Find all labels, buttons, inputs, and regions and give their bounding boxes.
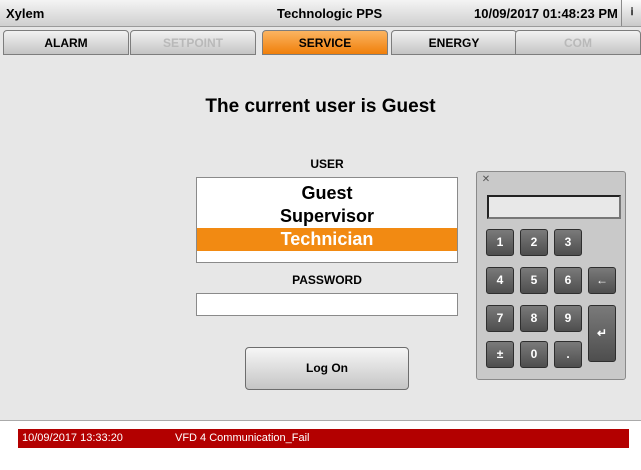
user-list[interactable]: Guest Supervisor Technician: [196, 177, 458, 263]
key-8[interactable]: 8: [520, 305, 548, 332]
keypad-display: [487, 195, 621, 219]
key-1[interactable]: 1: [486, 229, 514, 256]
alarm-banner: 10/09/2017 13:33:20 VFD 4 Communication_…: [0, 420, 641, 470]
key-3[interactable]: 3: [554, 229, 582, 256]
info-icon[interactable]: ⅰ: [621, 0, 641, 26]
key-4[interactable]: 4: [486, 267, 514, 294]
log-on-button[interactable]: Log On: [245, 347, 409, 390]
key-decimal[interactable]: .: [554, 341, 582, 368]
tab-service[interactable]: SERVICE: [262, 30, 388, 55]
tab-bar: ALARM SETPOINT SERVICE ENERGY COM: [0, 30, 641, 56]
brand-name: Xylem: [6, 6, 45, 21]
title-bar: Xylem Technologic PPS 10/09/2017 01:48:2…: [0, 0, 641, 27]
tab-alarm[interactable]: ALARM: [3, 30, 129, 55]
clock: 10/09/2017 01:48:23 PM: [474, 6, 618, 21]
page-title: The current user is Guest: [205, 96, 436, 117]
user-option-guest[interactable]: Guest: [197, 182, 457, 205]
key-9[interactable]: 9: [554, 305, 582, 332]
password-field[interactable]: [196, 293, 458, 316]
numeric-keypad: ✕ 1 2 3 4 5 6 ← 7 8 9 ↵ ± 0 .: [476, 171, 626, 380]
key-6[interactable]: 6: [554, 267, 582, 294]
backspace-key[interactable]: ←: [588, 267, 616, 294]
key-5[interactable]: 5: [520, 267, 548, 294]
close-icon[interactable]: ✕: [481, 175, 491, 185]
tab-energy[interactable]: ENERGY: [391, 30, 517, 55]
password-label: PASSWORD: [292, 273, 362, 287]
key-plus-minus[interactable]: ±: [486, 341, 514, 368]
alarm-time: 10/09/2017 13:33:20: [22, 432, 123, 444]
key-2[interactable]: 2: [520, 229, 548, 256]
alarm-row[interactable]: 10/09/2017 13:33:20 VFD 4 Communication_…: [18, 429, 629, 448]
user-label: USER: [310, 157, 344, 171]
tab-com: COM: [515, 30, 641, 55]
tab-setpoint: SETPOINT: [130, 30, 256, 55]
alarm-message: VFD 4 Communication_Fail: [175, 432, 310, 444]
key-7[interactable]: 7: [486, 305, 514, 332]
app-title: Technologic PPS: [277, 6, 383, 21]
enter-key[interactable]: ↵: [588, 305, 616, 362]
user-option-technician[interactable]: Technician: [197, 228, 457, 251]
key-0[interactable]: 0: [520, 341, 548, 368]
user-option-supervisor[interactable]: Supervisor: [197, 205, 457, 228]
